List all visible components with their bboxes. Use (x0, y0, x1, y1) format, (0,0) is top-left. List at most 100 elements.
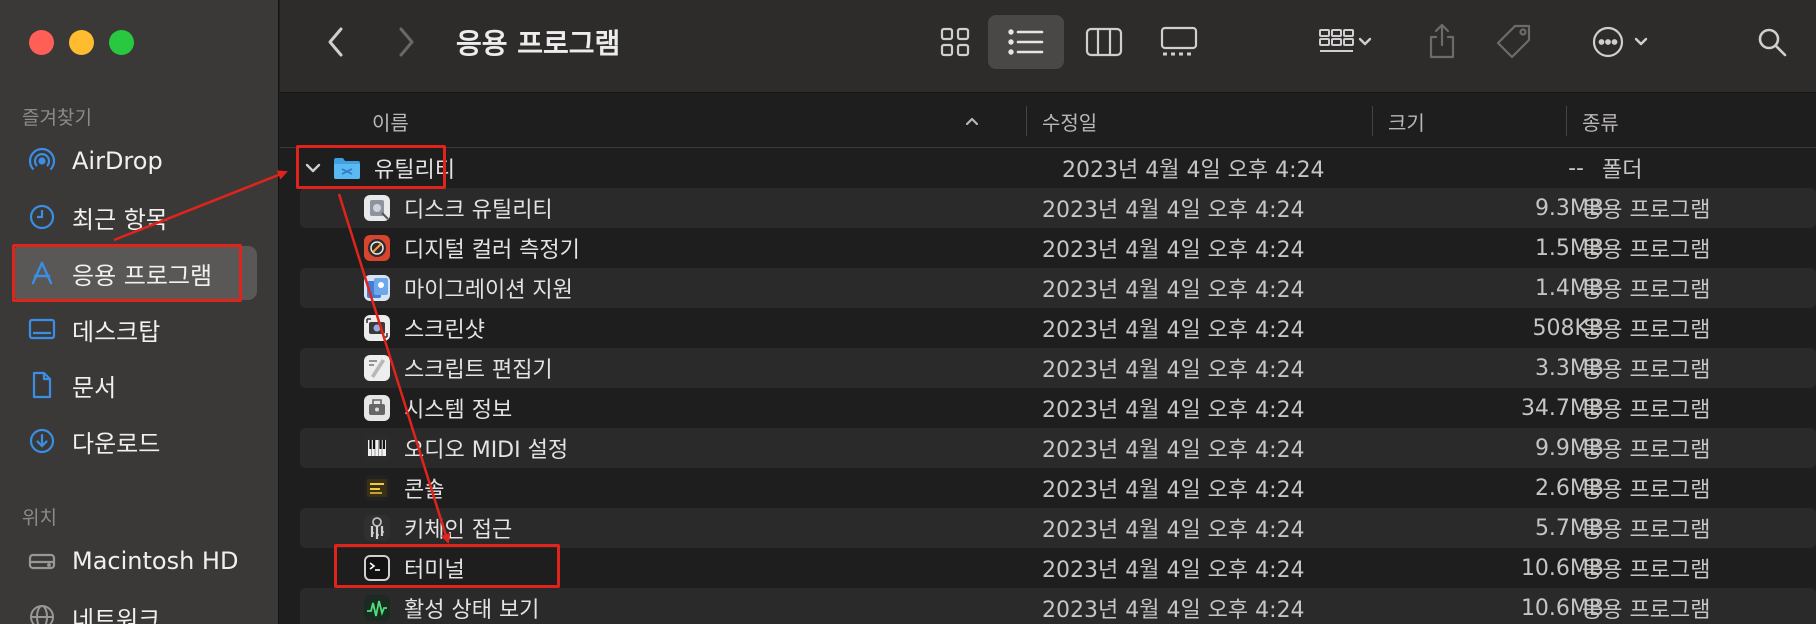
sidebar-item-macintosh-hd[interactable]: Macintosh HD (12, 534, 257, 588)
file-name: 활성 상태 보기 (404, 598, 540, 623)
file-modified: 2023년 4월 4일 오후 4:24 (1042, 478, 1305, 503)
chevron-right-icon (399, 27, 414, 57)
file-kind: 응용 프로그램 (1582, 238, 1711, 263)
sidebar-item-downloads[interactable]: 다운로드 (12, 414, 257, 468)
file-modified: 2023년 4월 4일 오후 4:24 (1042, 318, 1305, 343)
minimize-window-button[interactable] (69, 30, 94, 55)
file-kind: 응용 프로그램 (1582, 318, 1711, 343)
chevron-down-icon (305, 163, 321, 173)
sidebar-item-label: 네트워크 (72, 605, 161, 624)
column-divider[interactable] (1566, 106, 1567, 136)
keychain-icon (362, 513, 392, 543)
list-icon (1008, 29, 1044, 55)
column-header-label: 이름 (372, 110, 409, 135)
network-icon (26, 601, 58, 624)
migration-assistant-icon (362, 273, 392, 303)
sidebar-item-documents[interactable]: 문서 (12, 358, 257, 412)
sidebar-item-desktop[interactable]: 데스크탑 (12, 302, 257, 356)
file-row[interactable]: 스크린샷 2023년 4월 4일 오후 4:24 508KB 응용 프로그램 (300, 308, 1816, 348)
download-icon (26, 425, 58, 457)
sidebar-item-label: AirDrop (72, 147, 163, 175)
sidebar: 즐겨찾기 AirDrop 최근 항목 응용 프로그램 데스크탑 문서 다운로드 … (0, 0, 279, 624)
folder-row-utilities[interactable]: 유틸리티 2023년 4월 4일 오후 4:24 -- 폴더 (300, 148, 1816, 188)
column-header-name[interactable]: 이름 (372, 94, 1022, 148)
file-kind: 응용 프로그램 (1582, 398, 1711, 423)
file-modified: 2023년 4월 4일 오후 4:24 (1042, 398, 1305, 423)
file-name: 스크린샷 (404, 318, 485, 343)
sort-ascending-icon (965, 117, 979, 126)
activity-monitor-icon (362, 593, 392, 623)
file-name: 터미널 (404, 558, 465, 583)
system-information-icon (362, 393, 392, 423)
desktop-icon (26, 313, 58, 345)
column-divider[interactable] (1372, 106, 1373, 136)
gallery-icon (1160, 26, 1198, 56)
file-row[interactable]: 디지털 컬러 측정기 2023년 4월 4일 오후 4:24 1.5MB 응용 … (300, 228, 1816, 268)
script-editor-icon (362, 353, 392, 383)
gallery-view-button[interactable] (1150, 20, 1208, 64)
file-name: 마이그레이션 지원 (404, 278, 573, 303)
file-row[interactable]: 키체인 접근 2023년 4월 4일 오후 4:24 5.7MB 응용 프로그램 (300, 508, 1816, 548)
column-header-size[interactable]: 크기 (1388, 94, 1425, 148)
column-header-kind[interactable]: 종류 (1582, 94, 1619, 148)
file-row[interactable]: 터미널 2023년 4월 4일 오후 4:24 10.6MB 응용 프로그램 (300, 548, 1816, 588)
tag-icon (1496, 24, 1531, 59)
console-icon (362, 473, 392, 503)
file-modified: 2023년 4월 4일 오후 4:24 (1062, 158, 1325, 183)
file-kind: 응용 프로그램 (1582, 438, 1711, 463)
file-kind: 응용 프로그램 (1582, 558, 1711, 583)
file-row[interactable]: 디스크 유틸리티 2023년 4월 4일 오후 4:24 9.3MB 응용 프로… (300, 188, 1816, 228)
close-window-button[interactable] (29, 30, 54, 55)
sidebar-item-label: 응용 프로그램 (72, 261, 213, 290)
chevron-down-icon (1358, 37, 1372, 46)
file-row[interactable]: 콘솔 2023년 4월 4일 오후 4:24 2.6MB 응용 프로그램 (300, 468, 1816, 508)
sidebar-item-applications[interactable]: 응용 프로그램 (12, 246, 257, 300)
file-kind: 응용 프로그램 (1582, 598, 1711, 623)
harddisk-icon (26, 545, 58, 577)
clock-icon (26, 201, 58, 233)
file-modified: 2023년 4월 4일 오후 4:24 (1042, 518, 1305, 543)
file-modified: 2023년 4월 4일 오후 4:24 (1042, 358, 1305, 383)
search-button[interactable] (1750, 20, 1794, 64)
file-kind: 응용 프로그램 (1582, 198, 1711, 223)
icon-view-button[interactable] (928, 20, 982, 64)
list-view-button[interactable] (988, 15, 1064, 69)
sidebar-item-label: 최근 항목 (72, 205, 168, 234)
file-kind: 응용 프로그램 (1582, 278, 1711, 303)
file-kind: 응용 프로그램 (1582, 478, 1711, 503)
sidebar-item-airdrop[interactable]: AirDrop (12, 134, 257, 188)
forward-button[interactable] (388, 24, 424, 60)
sidebar-item-recents[interactable]: 최근 항목 (12, 190, 257, 244)
sidebar-item-network[interactable]: 네트워크 (12, 590, 257, 624)
airdrop-icon (26, 145, 58, 177)
column-divider[interactable] (1026, 106, 1027, 136)
column-header-modified[interactable]: 수정일 (1042, 94, 1097, 148)
file-name: 시스템 정보 (404, 398, 513, 423)
file-size: -- (1568, 155, 1584, 181)
screenshot-icon (362, 313, 392, 343)
grid-icon (940, 27, 970, 57)
file-name: 유틸리티 (374, 158, 455, 183)
share-button[interactable] (1420, 16, 1464, 66)
window-controls (29, 30, 134, 55)
file-row[interactable]: 시스템 정보 2023년 4월 4일 오후 4:24 34.7MB 응용 프로그… (300, 388, 1816, 428)
locations-section-title: 위치 (22, 507, 57, 529)
file-kind: 응용 프로그램 (1582, 358, 1711, 383)
zoom-window-button[interactable] (109, 30, 134, 55)
column-view-button[interactable] (1076, 20, 1132, 64)
toolbar: 응용 프로그램 (280, 0, 1816, 93)
file-row[interactable]: 오디오 MIDI 설정 2023년 4월 4일 오후 4:24 9.9MB 응용… (300, 428, 1816, 468)
terminal-icon (362, 553, 392, 583)
file-name: 오디오 MIDI 설정 (404, 438, 569, 463)
more-actions-button[interactable] (1580, 20, 1660, 64)
file-name: 스크립트 편집기 (404, 358, 553, 383)
group-by-button[interactable] (1305, 20, 1385, 64)
file-row[interactable]: 마이그레이션 지원 2023년 4월 4일 오후 4:24 1.4MB 응용 프… (300, 268, 1816, 308)
file-row[interactable]: 스크립트 편집기 2023년 4월 4일 오후 4:24 3.3MB 응용 프로… (300, 348, 1816, 388)
back-button[interactable] (318, 24, 354, 60)
disclosure-triangle[interactable] (304, 148, 322, 188)
tag-button[interactable] (1490, 18, 1540, 66)
file-name: 키체인 접근 (404, 518, 513, 543)
window-title: 응용 프로그램 (456, 27, 621, 60)
file-row[interactable]: 활성 상태 보기 2023년 4월 4일 오후 4:24 10.6MB 응용 프… (300, 588, 1816, 624)
